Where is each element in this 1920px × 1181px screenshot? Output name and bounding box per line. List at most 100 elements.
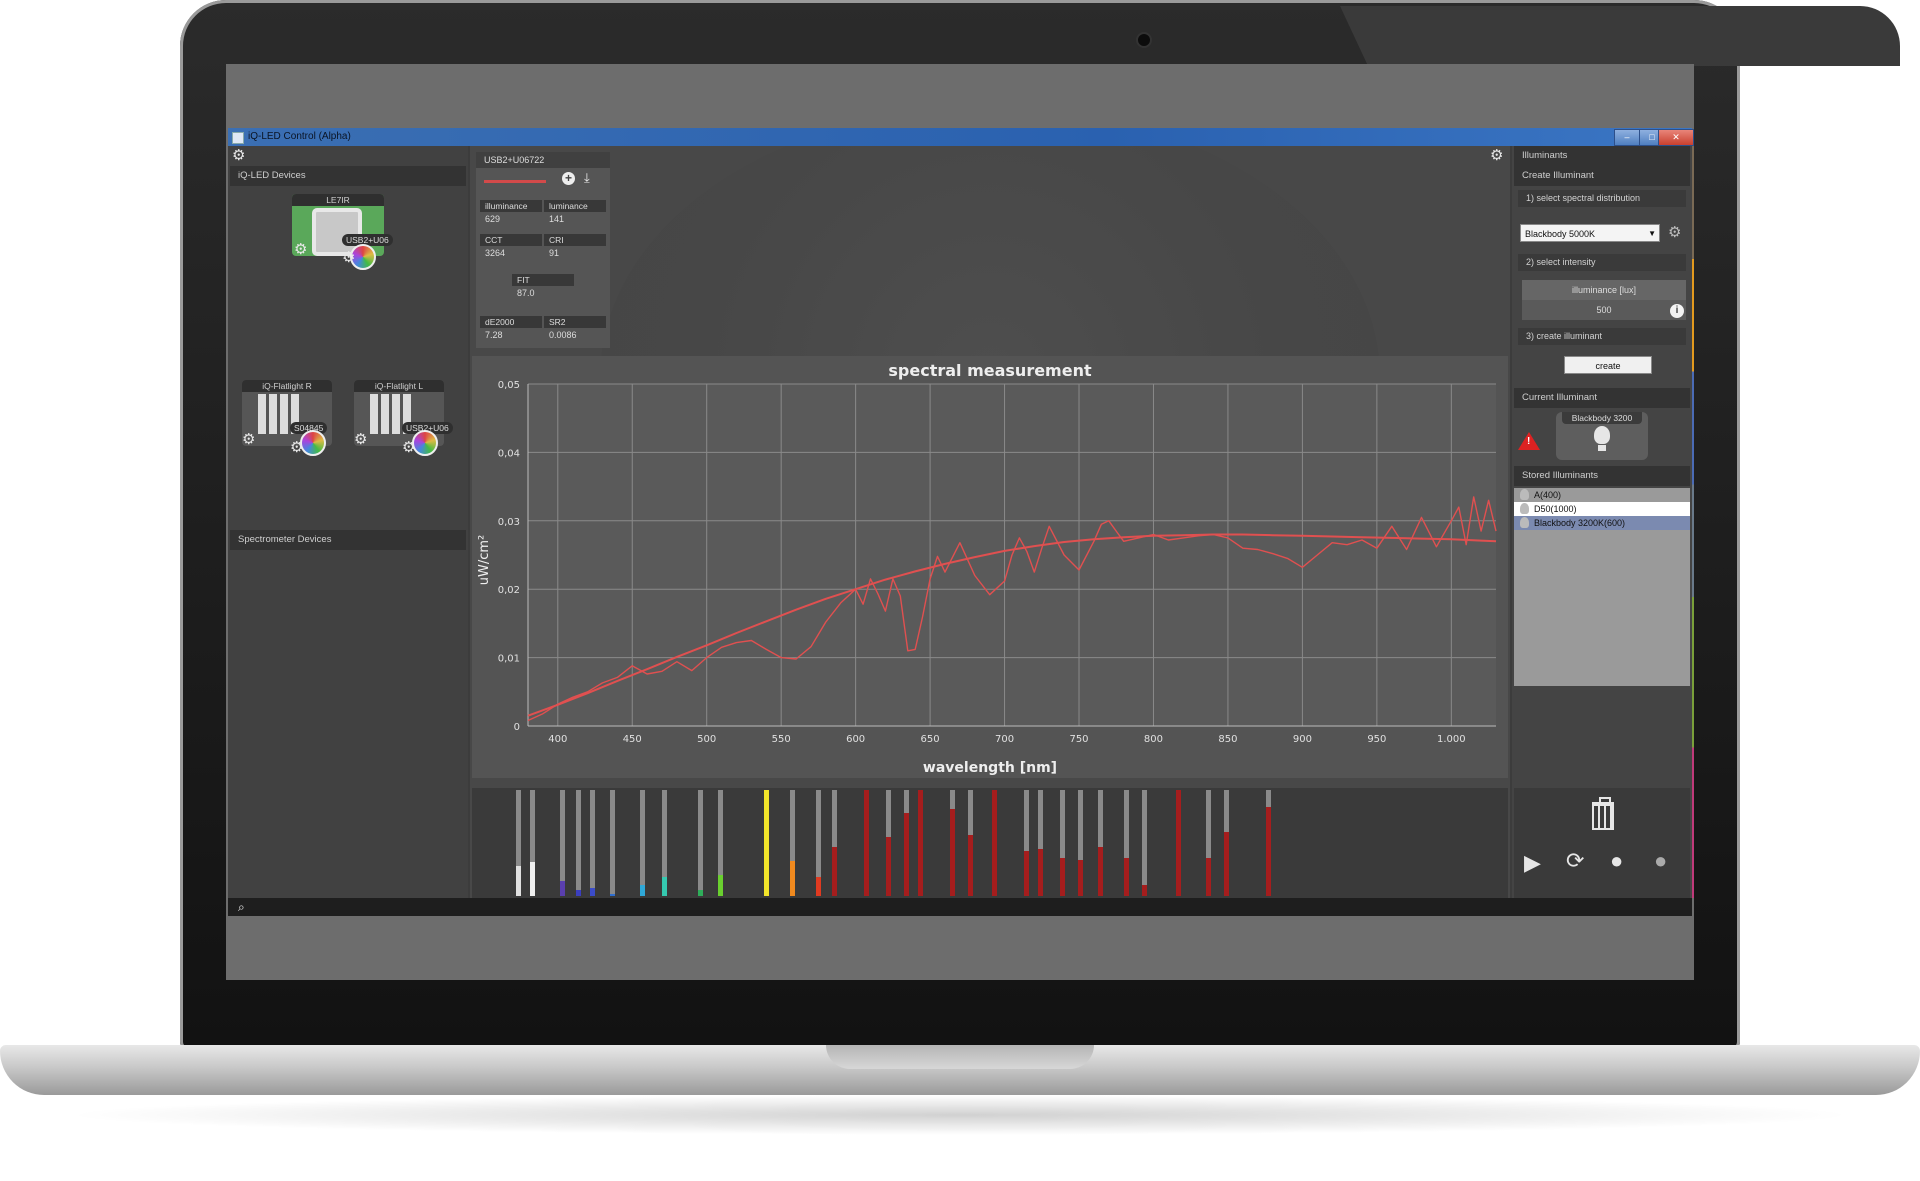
select-value: Blackbody 5000K [1525,229,1596,239]
led-channel-track[interactable] [816,790,821,896]
bulb-icon [1520,503,1529,514]
led-channel-track[interactable] [992,790,997,896]
led-channel-level [904,813,909,896]
led-channel-track[interactable] [886,790,891,896]
led-channel-level [560,881,565,896]
led-channel-level [886,837,891,896]
led-channel-track[interactable] [590,790,595,896]
gear-icon[interactable]: ⚙ [232,148,245,163]
bulb-off-icon[interactable]: ● [1654,850,1667,872]
list-item[interactable]: Blackbody 3200K(600) [1514,516,1690,530]
intensity-value[interactable]: 500 [1522,300,1686,320]
device-label: iQ-Flatlight L [354,380,444,392]
close-button[interactable]: ✕ [1658,129,1694,146]
list-item[interactable]: A(400) [1514,488,1690,502]
current-illuminant[interactable]: Blackbody 3200 [1556,412,1648,460]
led-channel-level [1024,851,1029,896]
gear-icon[interactable]: ⚙ [1490,148,1503,163]
x-tick-label: 600 [846,734,865,745]
led-channel-track[interactable] [610,790,615,896]
step-1-label: 1) select spectral distribution [1518,190,1686,207]
led-channel-track[interactable] [516,790,521,896]
led-channel-level [918,790,923,896]
measurement-card: USB2+U06722 + ⤓ illuminance 629 luminance… [476,152,610,348]
create-button[interactable]: create [1564,356,1652,374]
led-channel-track[interactable] [790,790,795,896]
led-channel-track[interactable] [530,790,535,896]
led-channel-track[interactable] [904,790,909,896]
led-channel-track[interactable] [1124,790,1129,896]
info-icon[interactable]: i [1670,304,1684,318]
intensity-label: illuminance [lux] [1522,280,1686,300]
gear-icon[interactable]: ⚙ [342,250,355,265]
chevron-down-icon: ▼ [1648,229,1656,238]
cell-label: SR2 [544,316,606,328]
gear-icon[interactable]: ⚙ [354,432,367,447]
led-channel-track[interactable] [662,790,667,896]
minimize-button[interactable]: – [1614,129,1640,146]
bulb-icon [1594,426,1610,444]
gear-icon[interactable]: ⚙ [242,432,255,447]
led-channel-track[interactable] [1024,790,1029,896]
cell-value: 87.0 [517,288,535,298]
list-item[interactable]: D50(1000) [1514,502,1690,516]
device-flatlight-l[interactable]: iQ-Flatlight L USB2+U06 ⚙ ⚙ [354,380,453,456]
led-channel-track[interactable] [718,790,723,896]
cell-label: dE2000 [480,316,542,328]
gear-icon[interactable]: ⚙ [290,440,303,455]
led-channel-level [590,888,595,896]
spectral-distribution-select[interactable]: Blackbody 5000K ▼ [1520,224,1660,242]
led-channel-track[interactable] [1098,790,1103,896]
led-channel-level [662,877,667,896]
device-flatlight-r[interactable]: iQ-Flatlight R S04845 ⚙ ⚙ [242,380,332,456]
led-channel-track[interactable] [968,790,973,896]
refresh-icon[interactable]: ⟳ [1566,850,1584,872]
gear-icon[interactable]: ⚙ [294,242,307,257]
led-channel-track[interactable] [1038,790,1043,896]
channel-color-strip [1692,146,1694,898]
led-channel-track[interactable] [1206,790,1211,896]
intensity-field[interactable]: illuminance [lux] 500 i [1522,280,1686,320]
y-tick-label: 0,05 [498,380,520,391]
download-icon[interactable]: ⤓ [584,170,590,186]
led-channel-track[interactable] [832,790,837,896]
item-label: D50(1000) [1534,504,1577,514]
search-icon[interactable]: ⌕ [238,900,245,915]
led-channel-track[interactable] [918,790,923,896]
y-tick-label: 0,03 [498,517,520,528]
bulb-on-icon[interactable]: ● [1610,850,1623,872]
spectrometer-header: Spectrometer Devices [230,530,466,550]
trash-icon[interactable] [1592,797,1614,830]
led-channel-track[interactable] [560,790,565,896]
cell-label: illuminance [480,200,542,212]
led-channel-track[interactable] [640,790,645,896]
gear-icon[interactable]: ⚙ [402,440,415,455]
title-bar[interactable]: iQ-LED Control (Alpha) – □ ✕ [228,128,1694,146]
led-channel-track[interactable] [950,790,955,896]
led-channel-track[interactable] [764,790,769,896]
tool-panel: ▶ ⟳ ● ● [1514,788,1690,898]
led-channel-track[interactable] [1142,790,1147,896]
fit-cell: FIT 87.0 [512,274,574,302]
led-channel-track[interactable] [1176,790,1181,896]
gear-icon[interactable]: ⚙ [1668,225,1681,240]
color-indicator [484,180,546,183]
led-channel-track[interactable] [1266,790,1271,896]
x-tick-label: 550 [772,734,791,745]
led-channel-track[interactable] [864,790,869,896]
led-channel-track[interactable] [1078,790,1083,896]
device-le7ir[interactable]: LE7IR USB2+U06 ⚙ ⚙ [292,194,393,270]
play-icon[interactable]: ▶ [1524,852,1541,874]
led-channel-track[interactable] [1060,790,1065,896]
led-channel-track[interactable] [1224,790,1229,896]
x-tick-label: 450 [623,734,642,745]
x-tick-label: 850 [1218,734,1237,745]
led-channel-track[interactable] [576,790,581,896]
screen: iQ-LED Control (Alpha) – □ ✕ ⚙ iQ-LED De… [226,64,1694,980]
device-label: LE7IR [292,194,384,206]
led-channel-track[interactable] [698,790,703,896]
create-illuminant-header: Create Illuminant [1514,166,1690,186]
cell-value: 141 [549,214,565,224]
add-icon[interactable]: + [562,172,575,185]
spectral-chart[interactable]: spectral measurement wavelength [nm] uW/… [472,356,1508,778]
